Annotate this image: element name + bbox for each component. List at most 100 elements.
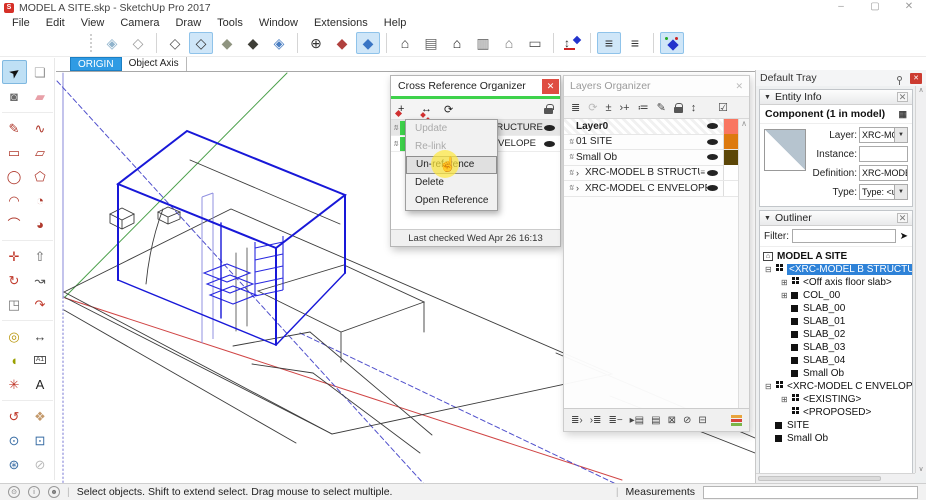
credits-icon[interactable]: i xyxy=(28,486,40,498)
dimension-tool[interactable]: ↔ xyxy=(28,324,53,348)
refresh-layers-icon[interactable]: ⟳ xyxy=(588,101,597,114)
hidden-line-style-icon[interactable]: ◇ xyxy=(189,32,213,54)
outliner-item[interactable]: ⊟<XRC-MODEL B STRUCTURE> xyxy=(763,263,912,276)
eye-visibility-icon[interactable] xyxy=(544,141,555,147)
layer-row[interactable]: ⇅›XRC-MODEL C ENVELOPE xyxy=(564,181,738,197)
shaded-style-icon[interactable]: ◆ xyxy=(215,32,239,54)
outliner-item[interactable]: ⊞<Off axis floor slab> xyxy=(763,276,912,289)
paint-bucket-tool[interactable]: ◙ xyxy=(2,84,27,108)
drag-handle-icon[interactable]: ⇅ xyxy=(391,124,400,132)
menu-item-view[interactable]: View xyxy=(73,17,113,29)
chevron-down-icon[interactable]: ▼ xyxy=(894,128,907,142)
three-point-arc-tool[interactable]: ⌒ xyxy=(2,212,27,236)
outliner-item[interactable]: SLAB_03 xyxy=(763,341,912,354)
align-faces-icon[interactable]: ≡ xyxy=(623,32,647,54)
view-right-icon[interactable]: ▥ xyxy=(471,32,495,54)
scale-reference-icon[interactable]: ↕ xyxy=(560,32,584,54)
pin-icon[interactable] xyxy=(897,76,902,81)
outliner-item[interactable]: ⊞COL_00 xyxy=(763,289,912,302)
collapse-triangle-icon[interactable]: ▼ xyxy=(764,94,771,101)
purge-minus-icon[interactable]: ⊟ xyxy=(698,415,706,426)
sector-tool[interactable]: ◕ xyxy=(28,212,53,236)
layer-list-icon[interactable]: ≣ xyxy=(571,101,580,114)
layer-row[interactable]: ⇅Small Ob xyxy=(564,150,738,166)
eye-visibility-icon[interactable] xyxy=(707,170,718,176)
view-left-icon[interactable]: ▭ xyxy=(523,32,547,54)
lock-references-icon[interactable] xyxy=(544,108,553,114)
xref-title-bar[interactable]: Cross Reference Organizer ✕ xyxy=(391,76,560,96)
outliner-root-row[interactable]: ⌂ MODEL A SITE xyxy=(763,250,912,263)
collapse-all-icon[interactable]: ›≣ xyxy=(590,415,602,426)
purge-zero-icon[interactable]: ⊘ xyxy=(683,415,691,426)
zoom-window-tool[interactable]: ⊡ xyxy=(28,428,53,452)
eye-visibility-icon[interactable] xyxy=(544,125,555,131)
definition-field[interactable]: XRC-MODEL B STR xyxy=(859,165,908,181)
shaded-textures-style-icon[interactable]: ◆ xyxy=(241,32,265,54)
align-edges-icon[interactable]: ≡ xyxy=(597,32,621,54)
menu-item-file[interactable]: File xyxy=(4,17,38,29)
expand-all-icon[interactable]: ≣› xyxy=(571,415,583,426)
chevron-down-icon[interactable]: ▼ xyxy=(894,185,907,199)
filter-input[interactable] xyxy=(792,229,896,243)
previous-view-tool[interactable]: ⊘ xyxy=(28,452,53,476)
rotated-rectangle-tool[interactable]: ▱ xyxy=(28,140,53,164)
menu-item-window[interactable]: Window xyxy=(251,17,306,29)
layer-color-swatch[interactable] xyxy=(723,119,738,134)
orbit-tool[interactable]: ↺ xyxy=(2,404,27,428)
collapse-triangle-icon[interactable]: ▼ xyxy=(764,215,771,222)
eye-visibility-icon[interactable] xyxy=(707,139,718,145)
view-top-icon[interactable]: ▤ xyxy=(419,32,443,54)
view-front-icon[interactable]: ⌂ xyxy=(445,32,469,54)
outliner-item[interactable]: SITE xyxy=(763,419,912,432)
sign-in-icon[interactable]: ☻ xyxy=(48,486,60,498)
x-ray-style-icon[interactable]: ◈ xyxy=(100,32,124,54)
drag-handle-icon[interactable]: ⇅ xyxy=(566,138,576,146)
eye-visibility-icon[interactable] xyxy=(707,123,718,129)
layer-color-swatch[interactable] xyxy=(723,165,738,180)
layer-row[interactable]: ⇅›XRC-MODEL B STRUCTURE≡ xyxy=(564,166,738,182)
layers-close-icon[interactable]: ✕ xyxy=(735,81,743,92)
freehand-tool[interactable]: ∿ xyxy=(28,116,53,140)
offset-tool[interactable]: ↷ xyxy=(28,292,53,316)
view-back-icon[interactable]: ⌂ xyxy=(497,32,521,54)
expander-icon[interactable]: › xyxy=(576,168,585,178)
measurements-input[interactable] xyxy=(703,486,918,499)
move-layer-icon[interactable]: ↕ xyxy=(691,102,697,114)
context-menu-item-delete[interactable]: Delete xyxy=(406,174,497,192)
make-component-tool[interactable]: ❏ xyxy=(28,60,53,84)
purge-grid-icon[interactable]: ▤ xyxy=(651,415,660,426)
outliner-item[interactable]: SLAB_02 xyxy=(763,328,912,341)
purge-x-icon[interactable]: ⊠ xyxy=(668,415,676,426)
layer-field[interactable]: XRC-MODEL B S▼ xyxy=(859,127,908,143)
details-toggle-icon[interactable]: ▦ xyxy=(898,109,907,120)
close-button[interactable]: ✕ xyxy=(892,0,926,15)
menu-item-extensions[interactable]: Extensions xyxy=(306,17,376,29)
minimize-button[interactable]: – xyxy=(824,0,858,15)
section-cuts-icon[interactable]: ◆ xyxy=(330,32,354,54)
section-fill-icon[interactable]: ◆ xyxy=(356,32,380,54)
layer-color-swatch[interactable] xyxy=(723,181,738,196)
rectangle-tool[interactable]: ▭ xyxy=(2,140,27,164)
view-iso-icon[interactable]: ⌂ xyxy=(393,32,417,54)
move-tool[interactable]: ✛ xyxy=(2,244,27,268)
line-tool[interactable]: ✎ xyxy=(2,116,27,140)
drag-handle-icon[interactable]: ⇅ xyxy=(566,153,576,161)
menu-item-help[interactable]: Help xyxy=(376,17,415,29)
xref-close-icon[interactable]: ✕ xyxy=(542,79,559,94)
scale-tool[interactable]: ◳ xyxy=(2,292,27,316)
push-pull-tool[interactable]: ⇧ xyxy=(28,244,53,268)
maximize-button[interactable]: ▢ xyxy=(858,0,892,15)
menu-item-camera[interactable]: Camera xyxy=(112,17,167,29)
tree-expander-icon[interactable]: ⊞ xyxy=(781,278,791,287)
expander-icon[interactable]: › xyxy=(576,183,585,193)
eraser-tool[interactable]: ▰ xyxy=(28,84,53,108)
geolocation-icon[interactable]: ⊙ xyxy=(8,486,20,498)
merge-layers-icon[interactable]: ›+ xyxy=(619,102,629,114)
tray-vertical-scrollbar[interactable]: ∧∨ xyxy=(915,86,926,473)
section-plane-icon[interactable]: ⊕ xyxy=(304,32,328,54)
outliner-item[interactable]: SLAB_04 xyxy=(763,354,912,367)
outliner-item[interactable]: SLAB_00 xyxy=(763,302,912,315)
protractor-tool[interactable]: ◖ xyxy=(2,348,27,372)
menu-item-edit[interactable]: Edit xyxy=(38,17,73,29)
3d-text-tool[interactable]: A xyxy=(28,372,53,396)
